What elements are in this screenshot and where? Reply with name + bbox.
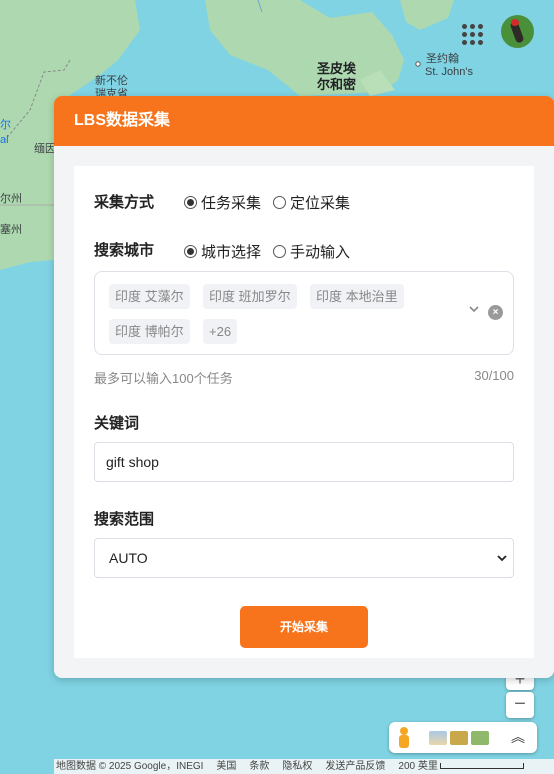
map-label-miquelon: 尔和密 — [317, 77, 357, 92]
attribution-data: 地图数据 © 2025 Google，INEGI — [56, 761, 204, 772]
method-label: 采集方式 — [94, 194, 155, 211]
range-label: 搜索范围 — [94, 511, 155, 528]
method-option-task-label: 任务采集 — [201, 195, 262, 212]
chevron-down-icon[interactable] — [469, 304, 479, 314]
city-option-select-label: 城市选择 — [201, 244, 262, 261]
city-tag[interactable]: 印度 班加罗尔 — [203, 284, 297, 309]
task-limit-hint: 最多可以输入100个任务 — [94, 371, 233, 386]
keyword-input[interactable] — [94, 442, 514, 482]
city-tag-more[interactable]: +26 — [203, 319, 238, 344]
city-label: 搜索城市 — [94, 242, 155, 259]
attribution-feedback[interactable]: 发送产品反馈 — [325, 761, 385, 772]
map-attribution: 地图数据 © 2025 Google，INEGI 美国 条款 隐私权 发送产品反馈 200… — [54, 759, 554, 774]
city-tag[interactable]: 印度 艾藻尔 — [109, 284, 190, 309]
apps-grid-icon[interactable] — [456, 20, 484, 45]
select-caret-icon — [497, 555, 507, 562]
map-label-state-1: 尔州 — [0, 193, 22, 205]
layer-thumb-2[interactable] — [450, 731, 468, 745]
panel-title: LBS数据采集 — [54, 96, 554, 146]
range-select[interactable]: AUTO — [94, 538, 514, 578]
radio-checked-icon[interactable] — [184, 196, 197, 209]
radio-checked-icon[interactable] — [184, 245, 197, 258]
clear-icon[interactable]: × — [488, 305, 503, 320]
scale-label[interactable]: 200 英里 — [398, 761, 437, 772]
chevron-up-icon[interactable]: ︽ — [511, 727, 525, 747]
method-option-task[interactable]: 任务采集 — [184, 192, 261, 213]
range-select-value: AUTO — [109, 550, 148, 566]
form-body: 采集方式 任务采集 定位采集 搜索城市 城市选择 手动输入 印度 艾藻尔 印度 … — [74, 166, 534, 658]
layer-thumb-3[interactable] — [471, 731, 489, 745]
map-label-blue-1: 尔 — [0, 119, 11, 131]
map-label-st-johns-en: St. John's — [425, 66, 473, 78]
lbs-panel: LBS数据采集 采集方式 任务采集 定位采集 搜索城市 城市选择 手动输入 印度… — [54, 96, 554, 678]
map-label-st-johns-cn: 圣约翰 — [426, 53, 459, 65]
method-option-location-label: 定位采集 — [290, 195, 351, 212]
map-label-province-1: 新不伦 — [95, 75, 128, 87]
task-count: 30/100 — [474, 368, 514, 383]
method-option-location[interactable]: 定位采集 — [273, 192, 350, 213]
scale-bar — [439, 763, 524, 770]
map-layer-controls[interactable]: ︽ — [389, 722, 537, 753]
zoom-out-button[interactable]: − — [506, 692, 534, 718]
attribution-terms[interactable]: 条款 — [249, 761, 269, 772]
avatar[interactable] — [501, 15, 534, 48]
map-label-blue-2: al — [0, 134, 9, 146]
radio-unchecked-icon[interactable] — [273, 245, 287, 258]
city-option-manual-label: 手动输入 — [290, 244, 351, 261]
map-label-maine: 缅因 — [34, 143, 56, 155]
attribution-privacy[interactable]: 隐私权 — [282, 761, 312, 772]
city-tag[interactable]: 印度 博帕尔 — [109, 319, 190, 344]
city-option-manual[interactable]: 手动输入 — [273, 241, 350, 262]
method-radio-group: 任务采集 定位采集 — [184, 192, 362, 213]
city-tag[interactable]: 印度 本地治里 — [310, 284, 404, 309]
map-label-state-2: 塞州 — [0, 224, 22, 236]
attribution-country[interactable]: 美国 — [216, 761, 236, 772]
city-radio-group: 城市选择 手动输入 — [184, 241, 362, 262]
start-collect-button[interactable]: 开始采集 — [240, 606, 368, 648]
layer-thumb-1[interactable] — [429, 731, 447, 745]
map-label-saint-pierre: 圣皮埃 — [317, 61, 357, 76]
street-view-pegman-icon[interactable] — [397, 727, 411, 749]
keyword-label: 关键词 — [94, 415, 140, 432]
city-multiselect[interactable]: 印度 艾藻尔 印度 班加罗尔 印度 本地治里 印度 博帕尔 +26 × — [94, 271, 514, 355]
radio-unchecked-icon[interactable] — [273, 196, 287, 209]
city-option-select[interactable]: 城市选择 — [184, 241, 261, 262]
